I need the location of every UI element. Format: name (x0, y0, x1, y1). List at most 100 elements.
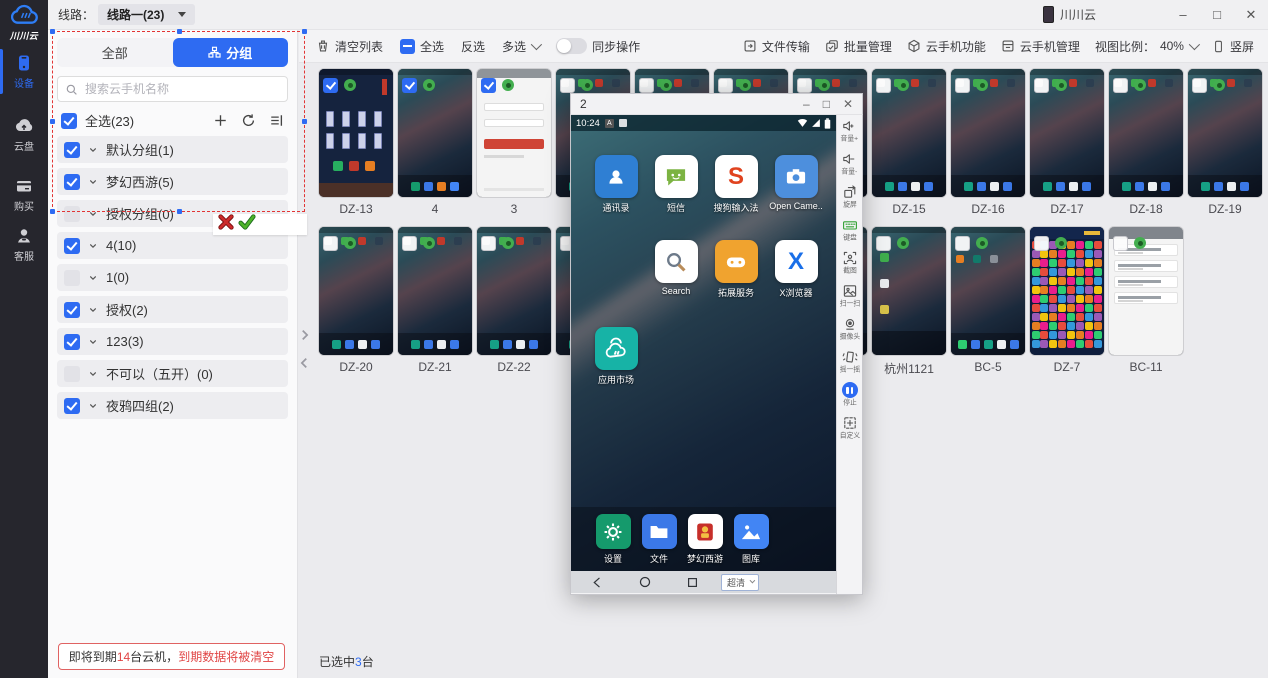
sidebar-item-云盘[interactable]: 云盘 (0, 116, 48, 153)
device-thumbnail[interactable] (1109, 69, 1183, 197)
chevron-down-icon[interactable] (87, 144, 99, 156)
device-checkbox[interactable] (718, 78, 733, 93)
app-camera-icon[interactable]: Open Came.. (768, 155, 824, 211)
phone-maximize-button[interactable]: □ (823, 97, 830, 111)
control-shake[interactable]: 摇一摇 (838, 349, 862, 375)
device-checkbox[interactable] (481, 78, 496, 93)
control-custom[interactable]: 自定义 (838, 415, 862, 441)
group-row[interactable]: 不可以（五开）(0) (57, 360, 288, 387)
group-checkbox[interactable] (64, 142, 80, 158)
group-checkbox[interactable] (64, 334, 80, 350)
sidebar-item-设备[interactable]: 设备 (0, 53, 48, 90)
app-search-icon[interactable]: Search (648, 240, 704, 296)
app-appmarket-icon[interactable]: 应用市场 (588, 327, 644, 386)
search-input[interactable] (83, 81, 280, 97)
group-checkbox[interactable] (64, 238, 80, 254)
group-row[interactable]: 4(10) (57, 232, 288, 259)
device-checkbox[interactable] (876, 78, 891, 93)
sidebar-item-购买[interactable]: 购买 (0, 176, 48, 213)
nav-recent-button[interactable] (686, 576, 699, 589)
chevron-down-icon[interactable] (87, 336, 99, 348)
control-rotate[interactable]: 旋屏 (842, 184, 858, 210)
multi-select-button[interactable]: 多选 (502, 38, 539, 55)
app-xbrowser-icon[interactable]: XX浏览器 (768, 240, 824, 299)
app-contacts-icon[interactable]: 通讯录 (588, 155, 644, 214)
dock-gallery-icon[interactable]: 图库 (728, 514, 774, 565)
collapse-groups-icon[interactable] (269, 113, 284, 128)
device-checkbox[interactable] (560, 78, 575, 93)
group-checkbox[interactable] (64, 302, 80, 318)
phone-window-titlebar[interactable]: 2 – □ ✕ (570, 93, 863, 115)
app-gamepad-icon[interactable]: 拓展服务 (708, 240, 764, 299)
device-thumbnail[interactable] (951, 227, 1025, 355)
chevron-down-icon[interactable] (87, 208, 99, 220)
invert-select-button[interactable]: 反选 (461, 38, 485, 55)
file-transfer-button[interactable]: 文件传输 (743, 38, 810, 55)
phone-close-button[interactable]: ✕ (843, 97, 853, 111)
maximize-button[interactable]: □ (1200, 7, 1234, 22)
device-checkbox[interactable] (1192, 78, 1207, 93)
group-row[interactable]: 1(0) (57, 264, 288, 291)
device-thumbnail[interactable] (1030, 69, 1104, 197)
group-checkbox[interactable] (64, 206, 80, 222)
dock-mhxy-icon[interactable]: 梦幻西游 (682, 514, 728, 565)
annotation-cancel-icon[interactable] (217, 213, 235, 231)
nav-back-button[interactable] (591, 576, 604, 589)
phone-manage-button[interactable]: 云手机管理 (1001, 38, 1080, 55)
dock-settings-icon[interactable]: 设置 (590, 514, 636, 565)
chevron-down-icon[interactable] (87, 400, 99, 412)
expand-right-icon[interactable] (299, 328, 310, 342)
select-all-checkbox[interactable] (61, 113, 77, 129)
device-thumbnail[interactable] (319, 227, 393, 355)
device-checkbox[interactable] (402, 78, 417, 93)
device-checkbox[interactable] (402, 236, 417, 251)
device-checkbox[interactable] (1113, 78, 1128, 93)
device-checkbox[interactable] (955, 236, 970, 251)
group-row[interactable]: 授权(2) (57, 296, 288, 323)
control-volume-up[interactable]: 音量+ (839, 118, 860, 144)
group-row[interactable]: 夜鸦四组(2) (57, 392, 288, 419)
device-thumbnail[interactable] (872, 69, 946, 197)
portrait-button[interactable]: 竖屏 (1212, 38, 1254, 55)
device-checkbox[interactable] (639, 78, 654, 93)
chevron-down-icon[interactable] (87, 272, 99, 284)
device-checkbox[interactable] (1034, 78, 1049, 93)
device-thumbnail[interactable] (951, 69, 1025, 197)
batch-manage-button[interactable]: 批量管理 (825, 38, 892, 55)
device-thumbnail[interactable] (477, 227, 551, 355)
add-group-icon[interactable] (213, 113, 228, 128)
collapse-left-icon[interactable] (299, 356, 310, 370)
chevron-down-icon[interactable] (87, 304, 99, 316)
device-thumbnail[interactable] (319, 69, 393, 197)
group-checkbox[interactable] (64, 174, 80, 190)
phone-screen[interactable]: 10:24 A 通讯录短信S搜狗输入法Open Came..Search拓展服务… (571, 115, 836, 593)
select-all-indeterminate-checkbox[interactable] (400, 39, 415, 54)
device-thumbnail[interactable] (1030, 227, 1104, 355)
group-checkbox[interactable] (64, 398, 80, 414)
annotation-confirm-icon[interactable] (238, 213, 256, 231)
device-thumbnail[interactable] (477, 69, 551, 197)
sync-operation-toggle[interactable]: 同步操作 (556, 38, 640, 55)
chevron-down-icon[interactable] (87, 368, 99, 380)
close-button[interactable]: ✕ (1234, 7, 1268, 23)
group-checkbox[interactable] (64, 270, 80, 286)
phone-minimize-button[interactable]: – (803, 97, 810, 111)
control-webcam[interactable]: 摄像头 (838, 316, 862, 342)
app-sogou-icon[interactable]: S搜狗输入法 (708, 155, 764, 214)
device-checkbox[interactable] (955, 78, 970, 93)
device-thumbnail[interactable] (1109, 227, 1183, 355)
tab-groups[interactable]: 分组 (173, 38, 289, 67)
control-volume-down[interactable]: 音量- (840, 151, 859, 177)
device-thumbnail[interactable] (872, 227, 946, 355)
device-checkbox[interactable] (797, 78, 812, 93)
group-row[interactable]: 梦幻西游(5) (57, 168, 288, 195)
group-row[interactable]: 123(3) (57, 328, 288, 355)
chevron-down-icon[interactable] (87, 240, 99, 252)
view-scale-select[interactable]: 视图比例：40% (1095, 38, 1197, 55)
device-checkbox[interactable] (1113, 236, 1128, 251)
device-checkbox[interactable] (1034, 236, 1049, 251)
minimize-button[interactable]: – (1166, 7, 1200, 22)
line-select[interactable]: 线路一(23) (98, 4, 195, 25)
phone-functions-button[interactable]: 云手机功能 (907, 38, 986, 55)
control-scan[interactable]: 扫一扫 (838, 283, 862, 309)
